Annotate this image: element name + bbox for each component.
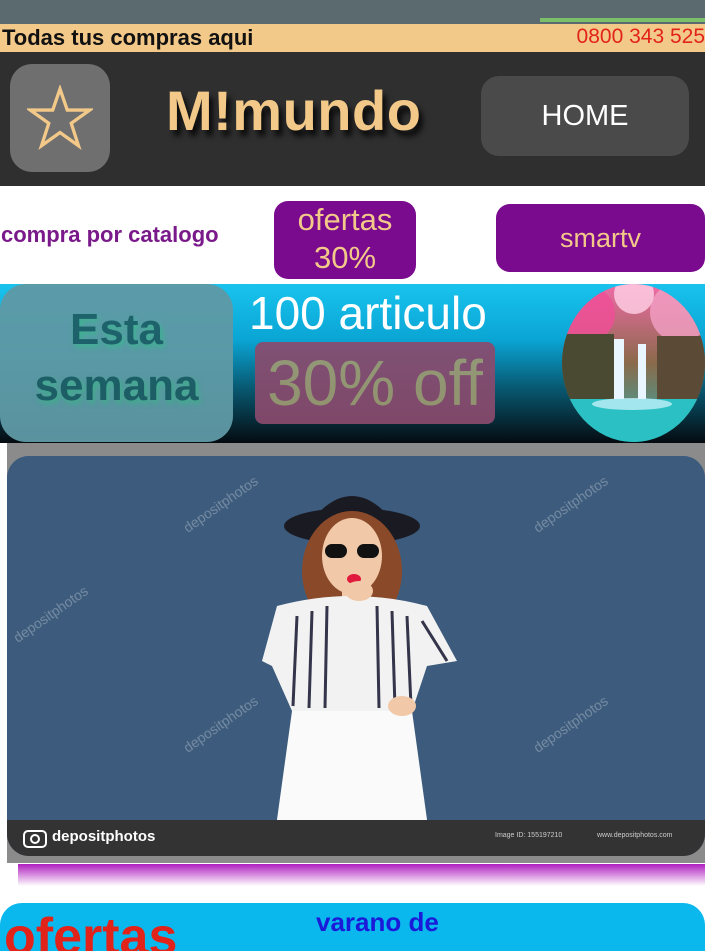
home-button[interactable]: HOME [481, 76, 689, 156]
bottom-promo[interactable]: ofertas varano de [0, 903, 705, 951]
bottom-varano: varano de [316, 907, 439, 937]
ofertas-button[interactable]: ofertas 30% [274, 201, 416, 279]
promo-banner: Esta semana 100 articulo 30% off [0, 284, 705, 443]
discount-text: 30% off [267, 347, 483, 419]
articulo-text: 100 articulo [249, 287, 487, 339]
info-bar: Todas tus compras aqui 0800 343 525 [0, 24, 705, 52]
star-icon [27, 85, 93, 150]
waterfall-image [562, 284, 705, 442]
ofertas-percent: 30% [313, 240, 377, 275]
top-strip [0, 0, 705, 24]
photo-credit-bar: depositphotos Image ID: 155197210 www.de… [7, 820, 705, 856]
bottom-ofertas: ofertas [4, 908, 178, 951]
credit-site: www.depositphotos.com [597, 832, 673, 839]
catalog-link[interactable]: compra por catalogo [1, 222, 219, 248]
phone-number[interactable]: 0800 343 525 [577, 25, 705, 49]
brand-logo[interactable]: M!mundo [166, 78, 421, 143]
semana-label: semana [34, 361, 199, 410]
camera-icon [23, 830, 47, 848]
purple-divider [18, 864, 705, 886]
smarttv-button[interactable]: smartv [496, 204, 705, 272]
green-accent-line [540, 18, 705, 22]
category-nav: compra por catalogo ofertas 30% smartv [0, 186, 705, 284]
site-header: M!mundo HOME [0, 52, 705, 186]
credit-brand: depositphotos [52, 828, 156, 845]
esta-semana-box[interactable]: Esta semana [0, 284, 233, 442]
esta-label: Esta [70, 305, 163, 354]
discount-box[interactable]: 30% off [255, 342, 495, 424]
fashion-photo[interactable]: depositphotos depositphotos depositphoto… [7, 456, 705, 856]
star-button[interactable] [10, 64, 110, 172]
ofertas-label: ofertas [297, 202, 393, 237]
image-id: Image ID: 155197210 [495, 832, 563, 839]
tagline: Todas tus compras aqui [2, 25, 254, 50]
